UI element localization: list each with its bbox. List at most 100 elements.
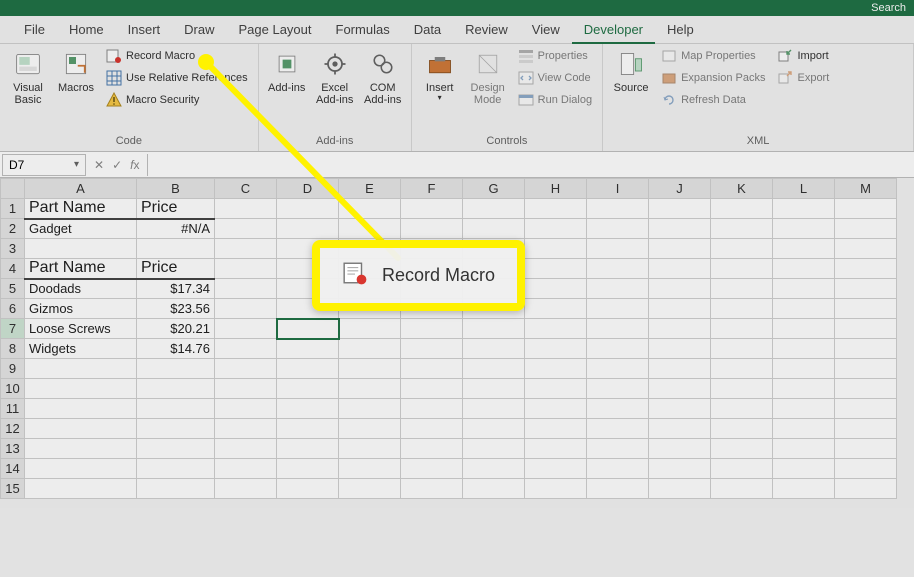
cell-G8[interactable] — [463, 339, 525, 359]
cell-B13[interactable] — [137, 439, 215, 459]
tab-page-layout[interactable]: Page Layout — [227, 16, 324, 44]
cell-F2[interactable] — [401, 219, 463, 239]
cell-E13[interactable] — [339, 439, 401, 459]
col-header-H[interactable]: H — [525, 179, 587, 199]
cell-G1[interactable] — [463, 199, 525, 219]
cell-L15[interactable] — [773, 479, 835, 499]
cell-D15[interactable] — [277, 479, 339, 499]
cell-E8[interactable] — [339, 339, 401, 359]
cell-E9[interactable] — [339, 359, 401, 379]
cell-B1[interactable]: Price — [137, 199, 215, 219]
cell-C7[interactable] — [215, 319, 277, 339]
cell-D2[interactable] — [277, 219, 339, 239]
col-header-K[interactable]: K — [711, 179, 773, 199]
cell-H11[interactable] — [525, 399, 587, 419]
cell-C8[interactable] — [215, 339, 277, 359]
cell-A4[interactable]: Part Name — [25, 259, 137, 279]
map-properties-button[interactable]: Map Properties — [657, 46, 769, 66]
cell-I12[interactable] — [587, 419, 649, 439]
cell-K9[interactable] — [711, 359, 773, 379]
row-header-10[interactable]: 10 — [1, 379, 25, 399]
cell-M12[interactable] — [835, 419, 897, 439]
cell-A7[interactable]: Loose Screws — [25, 319, 137, 339]
xml-source-button[interactable]: Source — [609, 46, 653, 98]
cell-E7[interactable] — [339, 319, 401, 339]
cell-C10[interactable] — [215, 379, 277, 399]
cell-C14[interactable] — [215, 459, 277, 479]
cell-A2[interactable]: Gadget — [25, 219, 137, 239]
tab-developer[interactable]: Developer — [572, 16, 655, 44]
row-header-6[interactable]: 6 — [1, 299, 25, 319]
cell-H1[interactable] — [525, 199, 587, 219]
cell-L11[interactable] — [773, 399, 835, 419]
tab-review[interactable]: Review — [453, 16, 520, 44]
cell-J5[interactable] — [649, 279, 711, 299]
col-header-A[interactable]: A — [25, 179, 137, 199]
cell-B11[interactable] — [137, 399, 215, 419]
cell-D14[interactable] — [277, 459, 339, 479]
cell-L12[interactable] — [773, 419, 835, 439]
cancel-icon[interactable]: ✕ — [94, 158, 104, 172]
cell-G14[interactable] — [463, 459, 525, 479]
cell-L8[interactable] — [773, 339, 835, 359]
cell-E12[interactable] — [339, 419, 401, 439]
cell-L14[interactable] — [773, 459, 835, 479]
cell-I13[interactable] — [587, 439, 649, 459]
cell-I1[interactable] — [587, 199, 649, 219]
cell-H2[interactable] — [525, 219, 587, 239]
tab-insert[interactable]: Insert — [116, 16, 173, 44]
cell-I4[interactable] — [587, 259, 649, 279]
cell-A1[interactable]: Part Name — [25, 199, 137, 219]
cell-E1[interactable] — [339, 199, 401, 219]
cell-G2[interactable] — [463, 219, 525, 239]
cell-E10[interactable] — [339, 379, 401, 399]
cell-J13[interactable] — [649, 439, 711, 459]
cell-G10[interactable] — [463, 379, 525, 399]
cell-F15[interactable] — [401, 479, 463, 499]
formula-input[interactable] — [147, 154, 914, 176]
col-header-G[interactable]: G — [463, 179, 525, 199]
cell-L3[interactable] — [773, 239, 835, 259]
cell-M8[interactable] — [835, 339, 897, 359]
excel-addins-button[interactable]: Excel Add-ins — [313, 46, 357, 110]
tab-data[interactable]: Data — [402, 16, 453, 44]
design-mode-button[interactable]: Design Mode — [466, 46, 510, 110]
cell-C1[interactable] — [215, 199, 277, 219]
cell-K14[interactable] — [711, 459, 773, 479]
cell-K4[interactable] — [711, 259, 773, 279]
com-addins-button[interactable]: COM Add-ins — [361, 46, 405, 110]
col-header-E[interactable]: E — [339, 179, 401, 199]
run-dialog-button[interactable]: Run Dialog — [514, 90, 596, 110]
cell-C11[interactable] — [215, 399, 277, 419]
cell-I6[interactable] — [587, 299, 649, 319]
cell-J2[interactable] — [649, 219, 711, 239]
cell-I15[interactable] — [587, 479, 649, 499]
cell-L13[interactable] — [773, 439, 835, 459]
cell-A15[interactable] — [25, 479, 137, 499]
cell-B2[interactable]: #N/A — [137, 219, 215, 239]
cell-F14[interactable] — [401, 459, 463, 479]
cell-C12[interactable] — [215, 419, 277, 439]
visual-basic-button[interactable]: Visual Basic — [6, 46, 50, 110]
cell-L2[interactable] — [773, 219, 835, 239]
cell-A12[interactable] — [25, 419, 137, 439]
tab-help[interactable]: Help — [655, 16, 706, 44]
cell-J10[interactable] — [649, 379, 711, 399]
cell-H6[interactable] — [525, 299, 587, 319]
cell-F8[interactable] — [401, 339, 463, 359]
cell-H3[interactable] — [525, 239, 587, 259]
cell-A10[interactable] — [25, 379, 137, 399]
tab-file[interactable]: File — [12, 16, 57, 44]
cell-H12[interactable] — [525, 419, 587, 439]
cell-M15[interactable] — [835, 479, 897, 499]
cell-B14[interactable] — [137, 459, 215, 479]
cell-B10[interactable] — [137, 379, 215, 399]
record-macro-button[interactable]: Record Macro — [102, 46, 252, 66]
cell-B5[interactable]: $17.34 — [137, 279, 215, 299]
cell-B7[interactable]: $20.21 — [137, 319, 215, 339]
cell-I8[interactable] — [587, 339, 649, 359]
cell-A9[interactable] — [25, 359, 137, 379]
col-header-J[interactable]: J — [649, 179, 711, 199]
cell-F10[interactable] — [401, 379, 463, 399]
cell-J14[interactable] — [649, 459, 711, 479]
